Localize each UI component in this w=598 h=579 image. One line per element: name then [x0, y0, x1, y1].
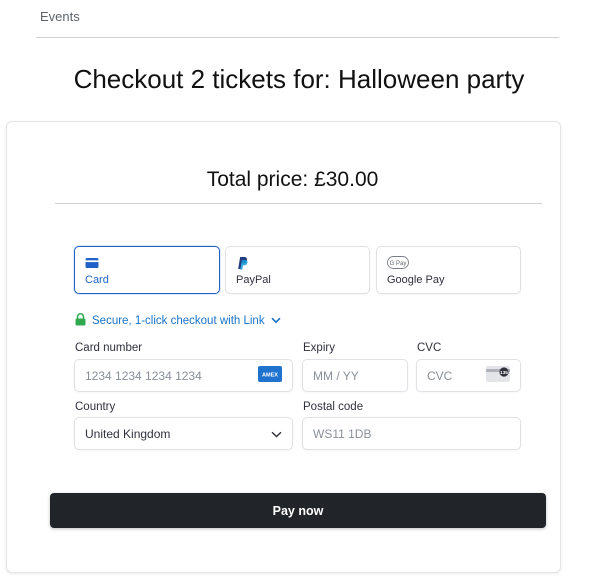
country-select[interactable]: United Kingdom [74, 417, 293, 450]
card-number-input[interactable] [85, 368, 258, 383]
header-divider [36, 37, 559, 38]
google-pay-icon: G Pay [387, 256, 510, 270]
amex-card-icon: AMEX [258, 366, 282, 385]
tab-google-pay-label: Google Pay [387, 274, 445, 286]
pay-now-button[interactable]: Pay now [50, 493, 546, 528]
link-checkout[interactable]: Secure, 1-click checkout with Link [75, 313, 281, 329]
page-title: Checkout 2 tickets for: Halloween party [73, 64, 525, 94]
tab-card[interactable]: Card [74, 246, 220, 294]
tab-paypal[interactable]: PayPal [225, 246, 370, 294]
cvc-card-icon: 135 [486, 366, 510, 385]
svg-text:G Pay: G Pay [390, 261, 407, 267]
postal-code-input[interactable] [313, 426, 510, 441]
cvc-field[interactable]: 135 [416, 359, 521, 392]
chevron-down-icon [271, 427, 282, 441]
expiry-field[interactable] [302, 359, 408, 392]
country-value: United Kingdom [85, 426, 171, 441]
link-checkout-text: Secure, 1-click checkout with Link [92, 315, 265, 327]
cvc-input[interactable] [427, 368, 486, 383]
svg-text:AMEX: AMEX [262, 373, 278, 379]
postal-code-label: Postal code [303, 401, 364, 413]
svg-text:135: 135 [500, 370, 508, 375]
chevron-down-icon [271, 315, 281, 327]
card-number-label: Card number [75, 342, 143, 354]
paypal-icon [236, 256, 359, 270]
credit-card-icon [85, 256, 209, 270]
tab-card-label: Card [85, 274, 109, 286]
card-number-field[interactable]: AMEX [74, 359, 293, 392]
postal-code-field[interactable] [302, 417, 521, 450]
expiry-label: Expiry [303, 342, 335, 354]
lock-icon [75, 313, 86, 329]
tab-paypal-label: PayPal [236, 274, 271, 286]
tab-google-pay[interactable]: G Pay Google Pay [376, 246, 521, 294]
expiry-input[interactable] [313, 368, 397, 383]
cvc-label: CVC [417, 342, 442, 354]
breadcrumb[interactable]: Events [40, 9, 80, 24]
total-price: Total price: £30.00 [206, 168, 379, 191]
country-label: Country [75, 401, 116, 413]
total-divider [55, 203, 542, 204]
